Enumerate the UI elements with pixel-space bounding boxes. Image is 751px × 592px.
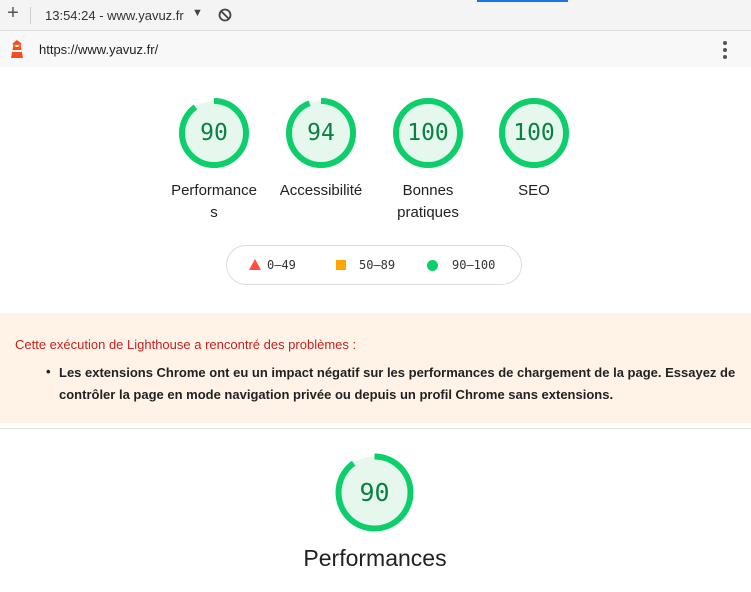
score-gauge-3[interactable]: 100 [392,97,464,169]
score-legend: 0–49 50–89 90–100 [226,245,522,285]
score-gauge-value: 94 [307,120,335,146]
fail-triangle-icon [249,259,261,270]
section-divider [0,428,751,429]
address-bar: https://www.yavuz.fr/ [0,31,751,67]
legend-fail-range: 0–49 [267,258,296,272]
score-gauge-label: Accessibilité [279,182,363,199]
warning-item: Les extensions Chrome ont eu un impact n… [59,365,736,402]
pass-circle-icon [427,260,438,271]
performance-gauge[interactable]: 90 [334,452,415,533]
runtime-warning: Cette exécution de Lighthouse a rencontr… [0,313,751,423]
legend-average-range: 50–89 [359,258,396,272]
warning-title: Cette exécution de Lighthouse a rencontr… [15,337,357,352]
browser-toolbar: + 13:54:24 - www.yavuz.fr ▼ [0,0,751,31]
toolbar-divider [30,7,31,24]
lighthouse-icon [8,39,26,64]
tab-title[interactable]: 13:54:24 - www.yavuz.fr [45,8,184,23]
score-gauge-value: 100 [513,120,555,146]
score-gauge-label: Performance s [171,182,257,221]
score-gauge-label: SEO [518,182,550,199]
score-gauge-4[interactable]: 100 [498,97,570,169]
legend-pass-range: 90–100 [452,258,496,272]
plus-icon[interactable]: + [4,3,22,24]
performance-gauge-value: 90 [359,478,390,507]
caret-down-icon[interactable]: ▼ [192,7,203,19]
score-gauge-value: 100 [407,120,449,146]
page-url[interactable]: https://www.yavuz.fr/ [39,42,158,57]
score-gauge-value: 90 [200,120,228,146]
bullet-icon: • [46,364,51,379]
kebab-menu-icon[interactable] [719,39,731,61]
score-gauge-2[interactable]: 94 [285,97,357,169]
performance-section-title: Performances [303,545,447,571]
score-gauge-1[interactable]: 90 [178,97,250,169]
average-square-icon [336,260,346,270]
active-tab-indicator [477,0,568,2]
block-icon[interactable] [218,8,232,27]
score-gauge-label: Bonnes pratiques [397,182,459,221]
